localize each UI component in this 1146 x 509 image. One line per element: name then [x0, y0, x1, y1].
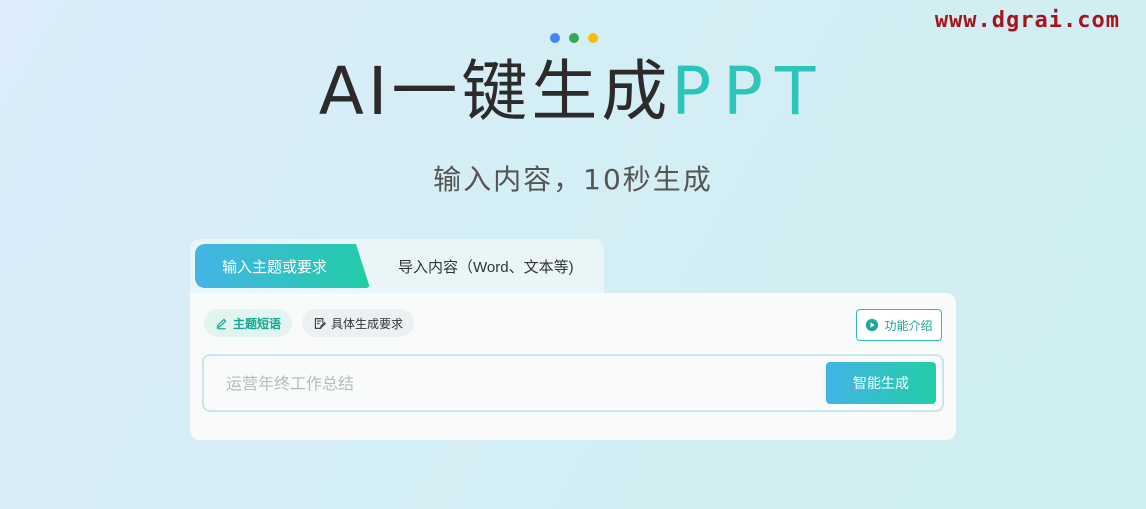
- note-edit-icon: [314, 317, 326, 329]
- chip-detailed-requirements[interactable]: 具体生成要求: [302, 309, 415, 337]
- dot-yellow: [588, 33, 598, 43]
- tab-import-content-label: 导入内容（Word、文本等): [398, 258, 574, 276]
- hero-subtitle: 输入内容，10秒生成: [433, 163, 713, 196]
- dot-green: [569, 33, 579, 43]
- decorative-dots: [550, 33, 598, 43]
- tab-input-topic[interactable]: 输入主题或要求: [195, 244, 370, 288]
- hero-title-main: AI一键生成: [318, 53, 672, 130]
- chip-theme-phrase-label: 主题短语: [233, 316, 282, 331]
- play-circle-icon: [866, 318, 879, 332]
- feature-intro-button[interactable]: 功能介绍: [856, 309, 942, 341]
- chip-detailed-requirements-label: 具体生成要求: [331, 316, 404, 331]
- generate-button[interactable]: 智能生成: [826, 362, 936, 404]
- hero-title-accent: PPT: [671, 53, 828, 130]
- dot-blue: [550, 33, 560, 43]
- topic-input[interactable]: [224, 372, 808, 398]
- generate-button-label: 智能生成: [853, 375, 909, 391]
- hero-title: AI一键生成PPT: [0, 52, 1146, 132]
- pencil-icon: [216, 318, 227, 329]
- watermark-text: www.dgrai.com: [934, 8, 1120, 33]
- tab-input-topic-label: 输入主题或要求: [222, 258, 328, 276]
- tab-import-content[interactable]: 导入内容（Word、文本等): [398, 244, 574, 288]
- chip-theme-phrase[interactable]: 主题短语: [204, 309, 293, 337]
- feature-intro-label: 功能介绍: [884, 318, 933, 333]
